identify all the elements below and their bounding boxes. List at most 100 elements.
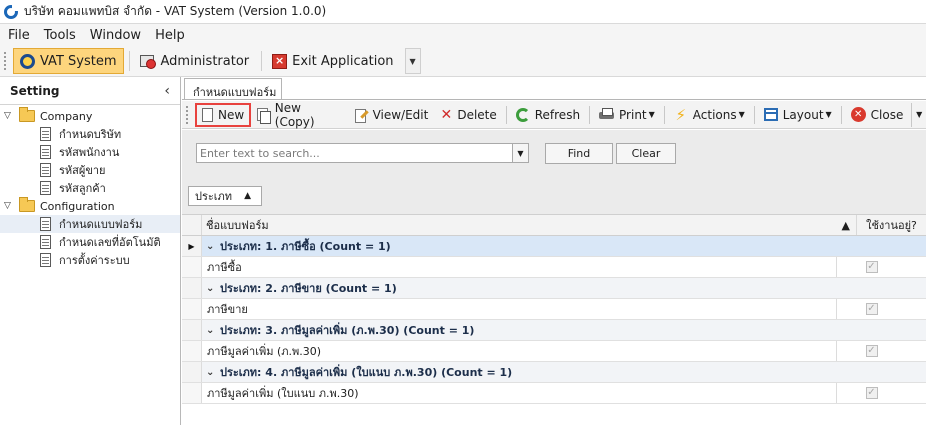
close-label: Close bbox=[870, 107, 904, 122]
group-cell: ⌄ ประเภท: 2. ภาษีขาย (Count = 1) bbox=[202, 279, 926, 297]
group-row[interactable]: ⌄ ประเภท: 2. ภาษีขาย (Count = 1) bbox=[182, 278, 926, 299]
tree-item-label: กำหนดเลขที่อัตโนมัติ bbox=[59, 236, 161, 249]
toolbar-grip[interactable] bbox=[4, 52, 7, 70]
form-name-cell[interactable]: ภาษีซื้อ bbox=[202, 257, 837, 277]
title-bar: บริษัท คอมแพทบิส จำกัด - VAT System (Ver… bbox=[0, 0, 926, 24]
search-panel: ▼ Find Clear ประเภท ▲ bbox=[182, 130, 926, 214]
form-name-cell[interactable]: ภาษีมูลค่าเพิ่ม (ภ.พ.30) bbox=[202, 341, 837, 361]
new-copy-button[interactable]: New (Copy) bbox=[251, 101, 348, 129]
menu-help[interactable]: Help bbox=[155, 28, 185, 43]
new-document-icon bbox=[201, 107, 213, 122]
active-checkbox: ✓ bbox=[865, 261, 878, 273]
table-row[interactable]: ภาษีซื้อ ✓ bbox=[182, 257, 926, 278]
actions-button[interactable]: ⚡ Actions ▼ bbox=[668, 103, 751, 127]
tree-item-vendor-code[interactable]: รหัสผู้ขาย bbox=[0, 161, 180, 179]
collapse-arrow-icon[interactable]: ⌄ bbox=[206, 283, 220, 294]
collapse-arrow-icon[interactable]: ⌄ bbox=[206, 325, 220, 336]
menu-window[interactable]: Window bbox=[90, 28, 141, 43]
collapse-sidebar-icon[interactable]: ‹ bbox=[164, 83, 170, 99]
tree-item-customer-code[interactable]: รหัสลูกค้า bbox=[0, 179, 180, 197]
document-tabbar: กำหนดแบบฟอร์ม bbox=[182, 77, 926, 100]
toolbar-separator bbox=[753, 105, 755, 124]
current-row-indicator-icon: ▶ bbox=[182, 236, 202, 256]
active-checkbox: ✓ bbox=[865, 303, 878, 315]
active-cell: ✓ bbox=[837, 341, 906, 361]
content-panel: New New (Copy) View/Edit ✕ Delete Refres… bbox=[182, 99, 926, 425]
group-row[interactable]: ▶ ⌄ ประเภท: 1. ภาษีซื้อ (Count = 1) bbox=[182, 236, 926, 257]
tree-node-company[interactable]: ▽ Company bbox=[0, 107, 180, 125]
search-input[interactable] bbox=[197, 144, 512, 162]
administrator-button[interactable]: Administrator bbox=[133, 48, 257, 74]
group-row[interactable]: ⌄ ประเภท: 3. ภาษีมูลค่าเพิ่ม (ภ.พ.30) (C… bbox=[182, 320, 926, 341]
document-icon bbox=[40, 181, 51, 195]
toolbar-grip[interactable] bbox=[186, 105, 189, 124]
tree-item-auto-number[interactable]: กำหนดเลขที่อัตโนมัติ bbox=[0, 233, 180, 251]
tree-item-label: รหัสลูกค้า bbox=[59, 182, 106, 195]
column-header-form-name[interactable]: ชื่อแบบฟอร์ม ▲ bbox=[202, 215, 857, 235]
tab-form-setup[interactable]: กำหนดแบบฟอร์ม bbox=[184, 78, 282, 100]
tree-item-system-settings[interactable]: การตั้งค่าระบบ bbox=[0, 251, 180, 269]
tree-item-employee-code[interactable]: รหัสพนักงาน bbox=[0, 143, 180, 161]
delete-button[interactable]: ✕ Delete bbox=[434, 103, 502, 127]
dropdown-caret-icon: ▼ bbox=[738, 110, 745, 119]
column-header-active[interactable]: ใช้งานอยู่? bbox=[857, 215, 926, 235]
menu-tools[interactable]: Tools bbox=[44, 28, 76, 43]
tree-item-company-setup[interactable]: กำหนดบริษัท bbox=[0, 125, 180, 143]
document-icon bbox=[40, 235, 51, 249]
toolbar-separator bbox=[840, 105, 842, 124]
toolbar-separator bbox=[261, 51, 263, 71]
print-button[interactable]: Print ▼ bbox=[593, 103, 661, 127]
active-cell: ✓ bbox=[837, 383, 906, 403]
layout-button[interactable]: Layout ▼ bbox=[758, 103, 838, 127]
toolbar-separator bbox=[505, 105, 507, 124]
delete-label: Delete bbox=[457, 107, 497, 122]
row-indicator bbox=[182, 320, 202, 340]
document-icon bbox=[40, 127, 51, 141]
menu-file[interactable]: File bbox=[8, 28, 30, 43]
document-icon bbox=[40, 163, 51, 177]
window-title: บริษัท คอมแพทบิส จำกัด - VAT System (Ver… bbox=[24, 4, 327, 18]
collapse-arrow-icon[interactable]: ⌄ bbox=[206, 367, 220, 378]
vat-system-button[interactable]: VAT System bbox=[13, 48, 124, 74]
active-checkbox: ✓ bbox=[865, 345, 878, 357]
main-toolbar: VAT System Administrator × Exit Applicat… bbox=[0, 46, 926, 77]
toolbar-separator bbox=[589, 105, 591, 124]
tree-node-configuration[interactable]: ▽ Configuration bbox=[0, 197, 180, 215]
collapse-arrow-icon[interactable]: ▽ bbox=[4, 201, 14, 211]
form-name-cell[interactable]: ภาษีมูลค่าเพิ่ม (ใบแนบ ภ.พ.30) bbox=[202, 383, 837, 403]
close-button[interactable]: ✕ Close bbox=[845, 103, 910, 127]
row-indent bbox=[182, 383, 202, 403]
group-header-text: ประเภท: 1. ภาษีซื้อ (Count = 1) bbox=[220, 240, 391, 253]
grid-body: ▶ ⌄ ประเภท: 1. ภาษีซื้อ (Count = 1) ภาษี… bbox=[182, 236, 926, 404]
group-by-chip[interactable]: ประเภท ▲ bbox=[188, 186, 262, 206]
form-name-cell[interactable]: ภาษีขาย bbox=[202, 299, 837, 319]
refresh-icon bbox=[515, 107, 530, 122]
table-row[interactable]: ภาษีมูลค่าเพิ่ม (ภ.พ.30) ✓ bbox=[182, 341, 926, 362]
refresh-button[interactable]: Refresh bbox=[510, 103, 586, 127]
table-row[interactable]: ภาษีขาย ✓ bbox=[182, 299, 926, 320]
clear-button[interactable]: Clear bbox=[616, 143, 676, 164]
new-button[interactable]: New bbox=[194, 102, 252, 127]
vat-system-icon bbox=[20, 53, 35, 69]
row-indicator bbox=[182, 278, 202, 298]
collapse-arrow-icon[interactable]: ▽ bbox=[4, 111, 14, 121]
active-checkbox: ✓ bbox=[865, 387, 878, 399]
exit-application-button[interactable]: × Exit Application bbox=[265, 48, 400, 74]
dropdown-caret-icon: ▼ bbox=[648, 110, 655, 119]
toolbar-overflow-dropdown[interactable]: ▼ bbox=[404, 48, 421, 74]
group-row[interactable]: ⌄ ประเภท: 4. ภาษีมูลค่าเพิ่ม (ใบแนบ ภ.พ.… bbox=[182, 362, 926, 383]
toolbar-overflow-dropdown[interactable]: ▼ bbox=[911, 102, 926, 127]
edit-icon bbox=[354, 108, 368, 123]
find-button[interactable]: Find bbox=[545, 143, 613, 164]
tree-item-label: รหัสพนักงาน bbox=[59, 146, 120, 159]
toolbar-separator bbox=[128, 51, 130, 71]
folder-open-icon bbox=[19, 197, 35, 212]
search-history-dropdown[interactable]: ▼ bbox=[512, 144, 528, 162]
tree-item-form-setup[interactable]: กำหนดแบบฟอร์ม bbox=[0, 215, 180, 233]
table-row[interactable]: ภาษีมูลค่าเพิ่ม (ใบแนบ ภ.พ.30) ✓ bbox=[182, 383, 926, 404]
sidebar: Setting ‹ ▽ Company กำหนดบริษัท รหัสพนัก… bbox=[0, 77, 181, 425]
menu-bar: File Tools Window Help bbox=[0, 24, 926, 46]
view-edit-button[interactable]: View/Edit bbox=[349, 103, 435, 127]
column-header-label: ชื่อแบบฟอร์ม bbox=[206, 219, 269, 232]
collapse-arrow-icon[interactable]: ⌄ bbox=[206, 241, 220, 252]
